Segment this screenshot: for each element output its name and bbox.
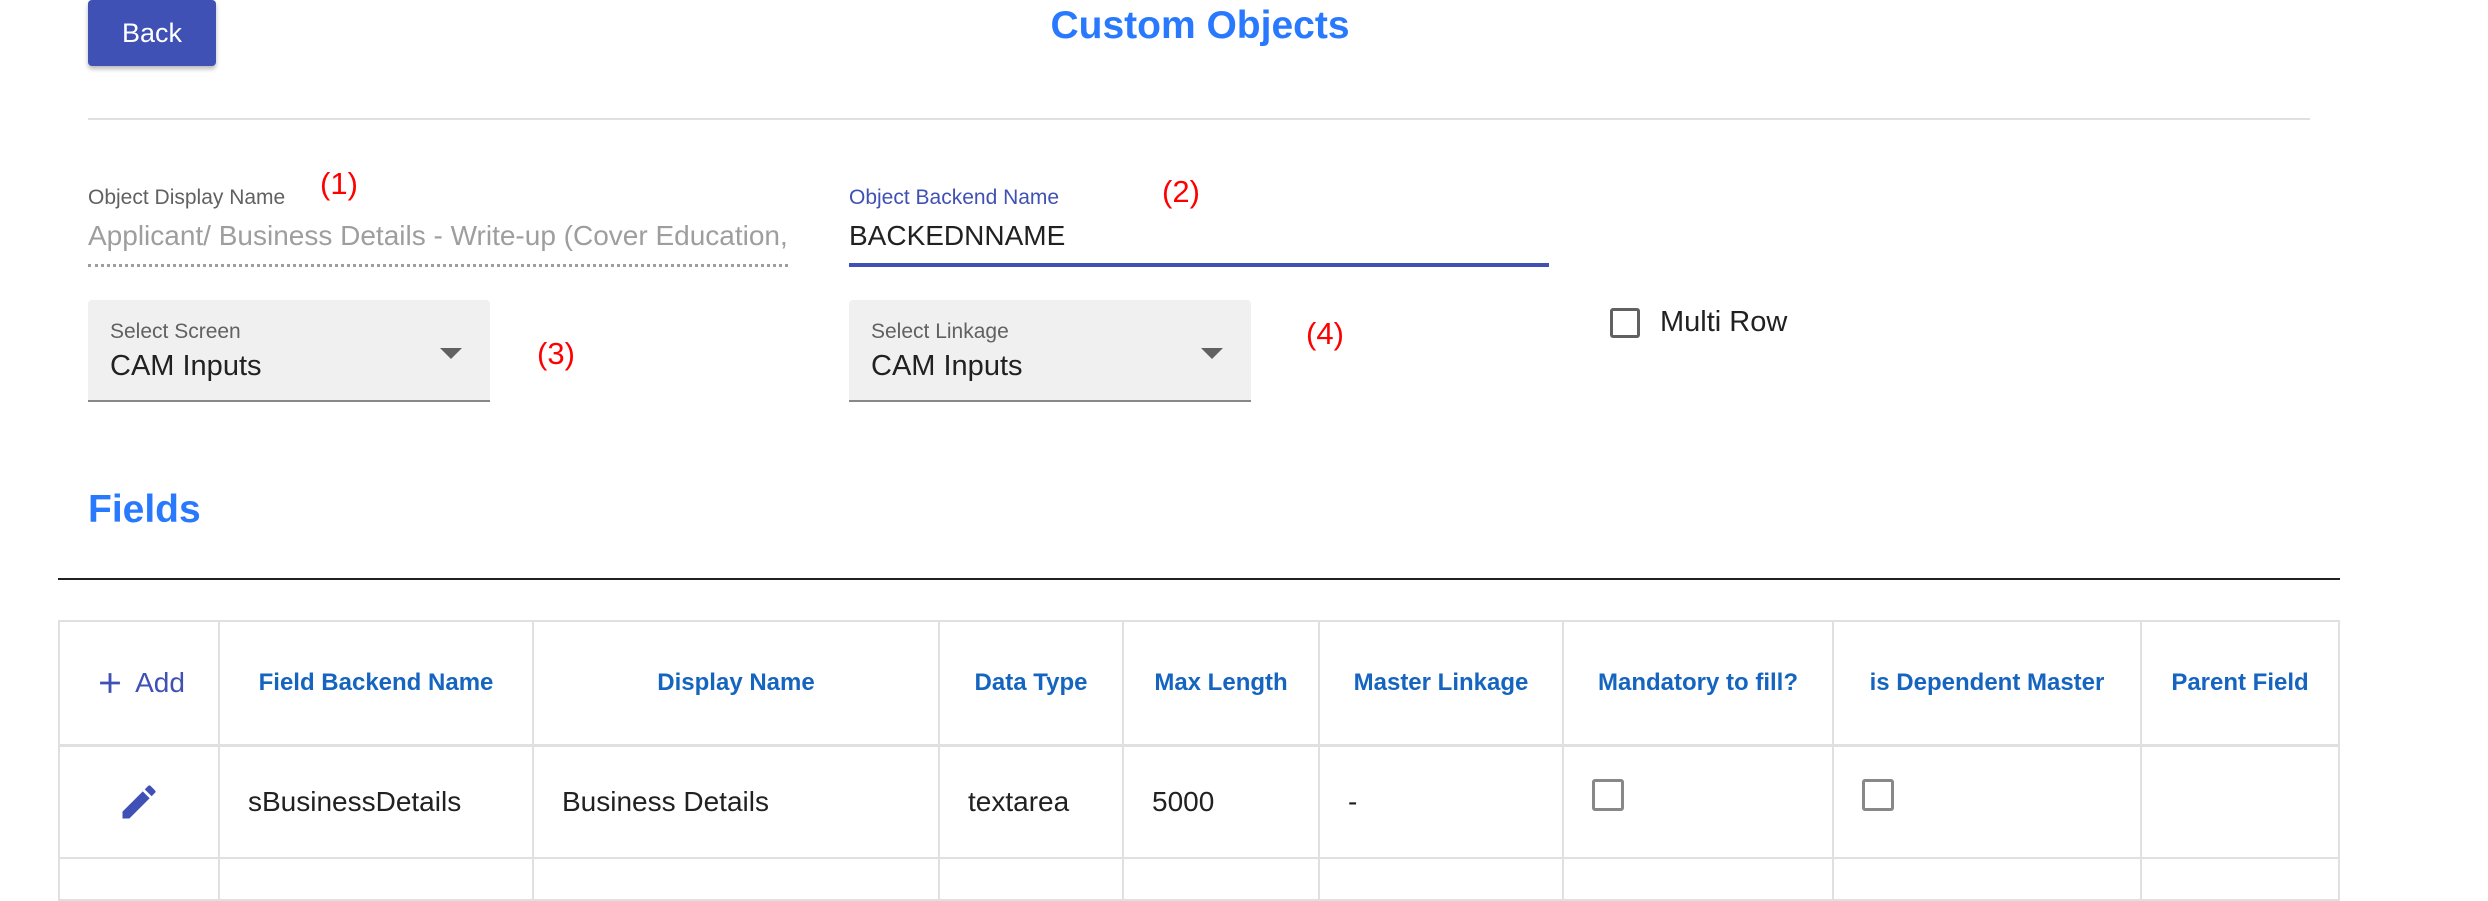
annotation-4: (4) bbox=[1306, 316, 1344, 351]
column-header[interactable]: Parent Field bbox=[2140, 620, 2340, 747]
backend-name-label: Object Backend Name bbox=[849, 186, 1060, 209]
parent-field-cell bbox=[2140, 744, 2340, 859]
add-button[interactable]: Add bbox=[60, 666, 218, 700]
table-cell bbox=[58, 857, 220, 901]
add-column-header: Add bbox=[58, 620, 220, 747]
master-linkage-cell: - bbox=[1318, 744, 1564, 859]
data-type-cell: textarea bbox=[938, 744, 1124, 859]
annotation-1: (1) bbox=[320, 166, 358, 201]
select-screen-label: Select Screen bbox=[110, 320, 241, 343]
table-row: sBusinessDetails Business Details textar… bbox=[58, 744, 2340, 859]
column-header[interactable]: Mandatory to fill? bbox=[1562, 620, 1834, 747]
table-cell bbox=[1122, 857, 1320, 901]
chevron-down-icon bbox=[1201, 348, 1223, 359]
multi-row-checkbox[interactable] bbox=[1610, 307, 1640, 338]
table-cell bbox=[1318, 857, 1564, 901]
multi-row-label: Multi Row bbox=[1660, 306, 1788, 338]
chevron-down-icon bbox=[440, 348, 462, 359]
fields-section-title: Fields bbox=[88, 488, 201, 531]
display-name-underline bbox=[88, 264, 788, 267]
fields-divider bbox=[58, 578, 2340, 580]
display-name-label: Object Display Name bbox=[88, 186, 286, 209]
table-cell bbox=[532, 857, 940, 901]
display-name-input[interactable]: Applicant/ Business Details - Write-up (… bbox=[88, 220, 788, 252]
select-linkage-label: Select Linkage bbox=[871, 320, 1009, 343]
column-header[interactable]: Master Linkage bbox=[1318, 620, 1564, 747]
select-linkage-value: CAM Inputs bbox=[871, 350, 1023, 382]
table-cell bbox=[1562, 857, 1834, 901]
dependent-master-checkbox[interactable] bbox=[1862, 779, 1894, 811]
fields-table: Add Field Backend Name Display Name Data… bbox=[58, 620, 2340, 901]
add-label: Add bbox=[135, 667, 185, 698]
column-header[interactable]: Field Backend Name bbox=[218, 620, 534, 747]
select-screen-value: CAM Inputs bbox=[110, 350, 262, 382]
column-header[interactable]: is Dependent Master bbox=[1832, 620, 2142, 747]
select-screen-dropdown[interactable]: Select Screen CAM Inputs bbox=[88, 300, 490, 402]
header-divider bbox=[88, 118, 2310, 120]
annotation-3: (3) bbox=[537, 336, 575, 371]
field-backend-name-cell: sBusinessDetails bbox=[218, 744, 534, 859]
mandatory-cell bbox=[1562, 744, 1834, 859]
annotation-2: (2) bbox=[1162, 174, 1200, 209]
page-title: Custom Objects bbox=[1050, 4, 1350, 47]
max-length-cell: 5000 bbox=[1122, 744, 1320, 859]
table-header-row: Add Field Backend Name Display Name Data… bbox=[58, 620, 2340, 747]
edit-cell bbox=[58, 744, 220, 859]
backend-name-underline bbox=[849, 263, 1549, 267]
table-row bbox=[58, 857, 2340, 901]
table-cell bbox=[1832, 857, 2142, 901]
table-cell bbox=[2140, 857, 2340, 901]
multi-row-control[interactable]: Multi Row bbox=[1610, 306, 1787, 339]
dependent-master-cell bbox=[1832, 744, 2142, 859]
plus-icon bbox=[100, 673, 120, 693]
pencil-icon[interactable] bbox=[117, 780, 161, 824]
display-name-cell: Business Details bbox=[532, 744, 940, 859]
backend-name-input[interactable]: BACKEDNNAME bbox=[849, 220, 1549, 252]
column-header[interactable]: Data Type bbox=[938, 620, 1124, 747]
column-header[interactable]: Max Length bbox=[1122, 620, 1320, 747]
column-header[interactable]: Display Name bbox=[532, 620, 940, 747]
mandatory-checkbox[interactable] bbox=[1592, 779, 1624, 811]
table-cell bbox=[938, 857, 1124, 901]
table-cell bbox=[218, 857, 534, 901]
select-linkage-dropdown[interactable]: Select Linkage CAM Inputs bbox=[849, 300, 1251, 402]
